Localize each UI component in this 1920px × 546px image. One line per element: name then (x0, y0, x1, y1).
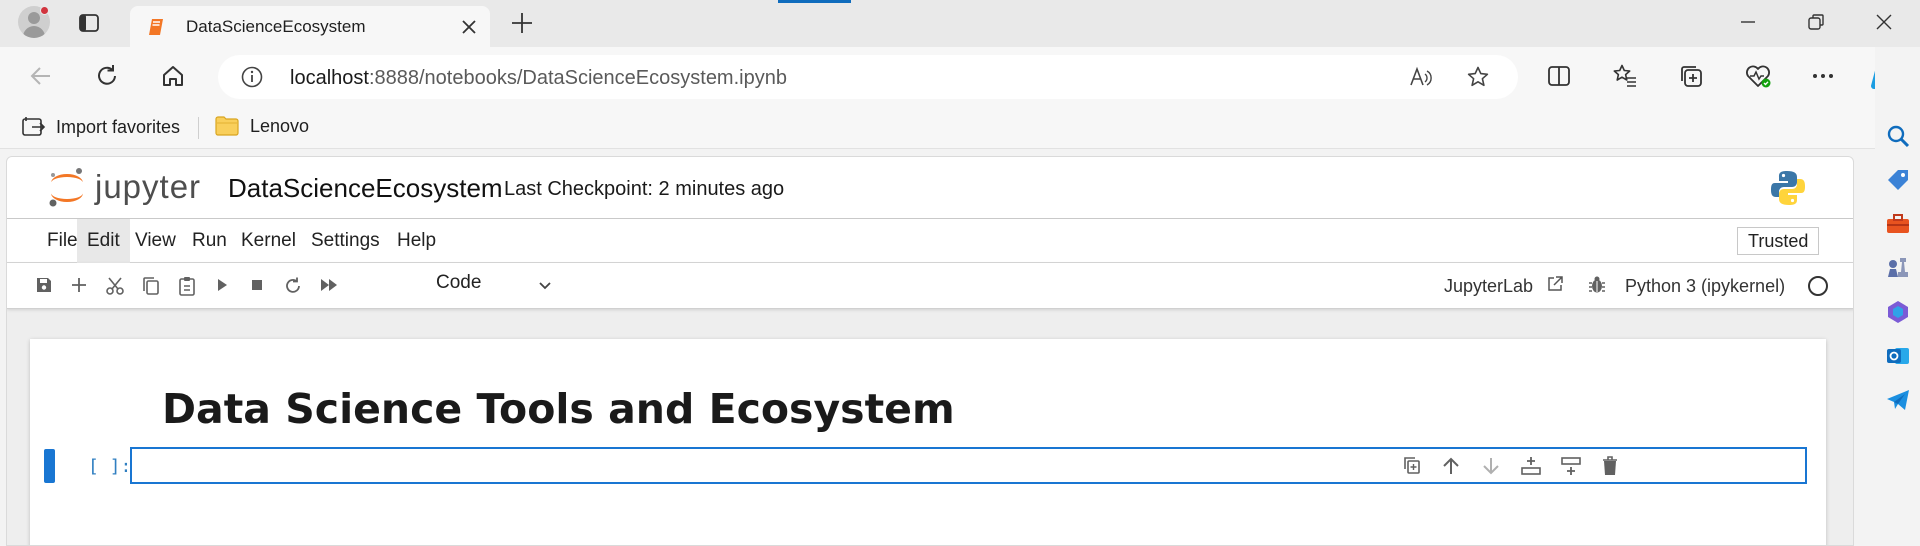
site-info-icon[interactable] (240, 65, 264, 89)
jupyter-wordmark: jupyter (95, 168, 202, 205)
notebook-menubar: File Edit View Run Kernel Settings Help … (7, 219, 1853, 263)
favorite-lenovo[interactable]: Lenovo (214, 115, 309, 137)
add-cell-icon[interactable] (70, 276, 88, 294)
insert-below-icon[interactable] (1560, 455, 1582, 477)
chevron-down-icon[interactable] (537, 278, 553, 294)
more-options-icon[interactable] (1810, 63, 1836, 89)
kernel-status-icon (1808, 276, 1828, 296)
menu-settings[interactable]: Settings (301, 219, 390, 263)
favorite-import[interactable]: Import favorites (20, 115, 180, 139)
shopping-tag-icon[interactable] (1885, 167, 1911, 193)
active-tab[interactable]: DataScienceEcosystem (130, 6, 490, 47)
search-icon[interactable] (1885, 123, 1911, 149)
restart-run-all-icon[interactable] (319, 276, 341, 294)
games-icon[interactable] (1885, 255, 1911, 281)
duplicate-cell-icon[interactable] (1402, 455, 1422, 477)
close-window-icon[interactable] (1874, 12, 1894, 32)
copilot-m365-icon[interactable] (1885, 299, 1911, 325)
split-screen-icon[interactable] (1546, 63, 1572, 89)
save-icon[interactable] (35, 276, 53, 294)
back-arrow-icon[interactable] (28, 63, 54, 89)
jupyter-header: jupyter DataScienceEcosystem Last Checkp… (7, 157, 1853, 219)
read-aloud-icon[interactable] (1408, 65, 1432, 89)
cell-toolbar (1402, 455, 1620, 477)
interrupt-kernel-icon[interactable] (248, 276, 266, 294)
favorites-list-icon[interactable] (1612, 63, 1638, 89)
code-cell-input[interactable] (130, 447, 1807, 484)
telegram-icon[interactable] (1885, 387, 1911, 413)
last-checkpoint: Last Checkpoint: 2 minutes ago (504, 178, 785, 200)
home-icon[interactable] (160, 63, 186, 89)
python-logo-icon (1769, 169, 1807, 207)
trusted-indicator[interactable]: Trusted (1737, 227, 1820, 255)
outlook-icon[interactable] (1885, 343, 1911, 369)
new-tab-icon[interactable] (510, 11, 534, 35)
minimize-icon[interactable] (1738, 12, 1758, 32)
add-favorite-star-icon[interactable] (1466, 65, 1490, 89)
favorites-separator (198, 117, 199, 139)
notebook-panel: Data Science Tools and Ecosystem [ ]: (30, 339, 1826, 545)
tab-title: DataScienceEcosystem (186, 17, 366, 36)
url-host: localhost (290, 67, 369, 89)
run-cell-icon[interactable] (213, 276, 231, 294)
active-cell-indicator (44, 449, 55, 483)
paste-icon[interactable] (177, 276, 197, 296)
notebook-title[interactable]: DataScienceEcosystem (228, 173, 503, 204)
collections-icon[interactable] (1678, 63, 1704, 89)
tab-drag-indicator (778, 0, 851, 3)
jupyterlab-link[interactable]: JupyterLab (1444, 276, 1533, 297)
notebook-favicon-icon (146, 17, 166, 37)
menu-edit[interactable]: Edit (77, 219, 130, 263)
favorite-lenovo-label: Lenovo (250, 115, 310, 136)
menu-help[interactable]: Help (387, 219, 446, 263)
markdown-heading[interactable]: Data Science Tools and Ecosystem (162, 385, 955, 433)
jupyter-logo-icon[interactable] (47, 165, 87, 209)
edge-sidebar (1875, 47, 1920, 546)
import-favorites-icon (22, 117, 46, 136)
move-down-icon[interactable] (1480, 455, 1502, 477)
external-link-icon[interactable] (1546, 275, 1564, 293)
cell-type-select[interactable]: Code (436, 272, 481, 294)
move-up-icon[interactable] (1440, 455, 1462, 477)
insert-above-icon[interactable] (1520, 455, 1542, 477)
toolbox-icon[interactable] (1885, 211, 1911, 237)
delete-cell-icon[interactable] (1600, 455, 1620, 477)
favorite-import-label: Import favorites (56, 116, 181, 137)
browser-essentials-icon[interactable] (1744, 63, 1772, 89)
menu-kernel[interactable]: Kernel (231, 219, 306, 263)
url-text[interactable]: localhost:8888/notebooks/DataScienceEcos… (290, 67, 787, 90)
restart-kernel-icon[interactable] (283, 276, 303, 296)
code-cell-prompt: [ ]: (88, 456, 132, 477)
favorites-bar: Import favorites Lenovo (0, 107, 1875, 149)
kernel-name[interactable]: Python 3 (ipykernel) (1625, 276, 1785, 297)
close-tab-icon[interactable] (460, 18, 478, 36)
notebook-toolbar: Code JupyterLab Python 3 (ipykernel) (7, 263, 1853, 309)
address-bar[interactable]: localhost:8888/notebooks/DataScienceEcos… (218, 55, 1518, 99)
debugger-bug-icon[interactable] (1587, 275, 1607, 295)
menu-view[interactable]: View (125, 219, 186, 263)
url-path: :8888/notebooks/DataScienceEcosystem.ipy… (368, 67, 787, 89)
restore-icon[interactable] (1806, 12, 1826, 32)
refresh-icon[interactable] (94, 63, 120, 89)
web-page: jupyter DataScienceEcosystem Last Checkp… (6, 156, 1854, 546)
notification-dot (40, 6, 49, 15)
tab-actions-icon[interactable] (78, 12, 100, 34)
menu-run[interactable]: Run (182, 219, 237, 263)
folder-icon (215, 116, 239, 136)
cut-icon[interactable] (105, 276, 125, 296)
copy-icon[interactable] (141, 276, 161, 296)
browser-toolbar: localhost:8888/notebooks/DataScienceEcos… (0, 47, 1920, 107)
browser-tab-bar: DataScienceEcosystem (0, 0, 1920, 47)
